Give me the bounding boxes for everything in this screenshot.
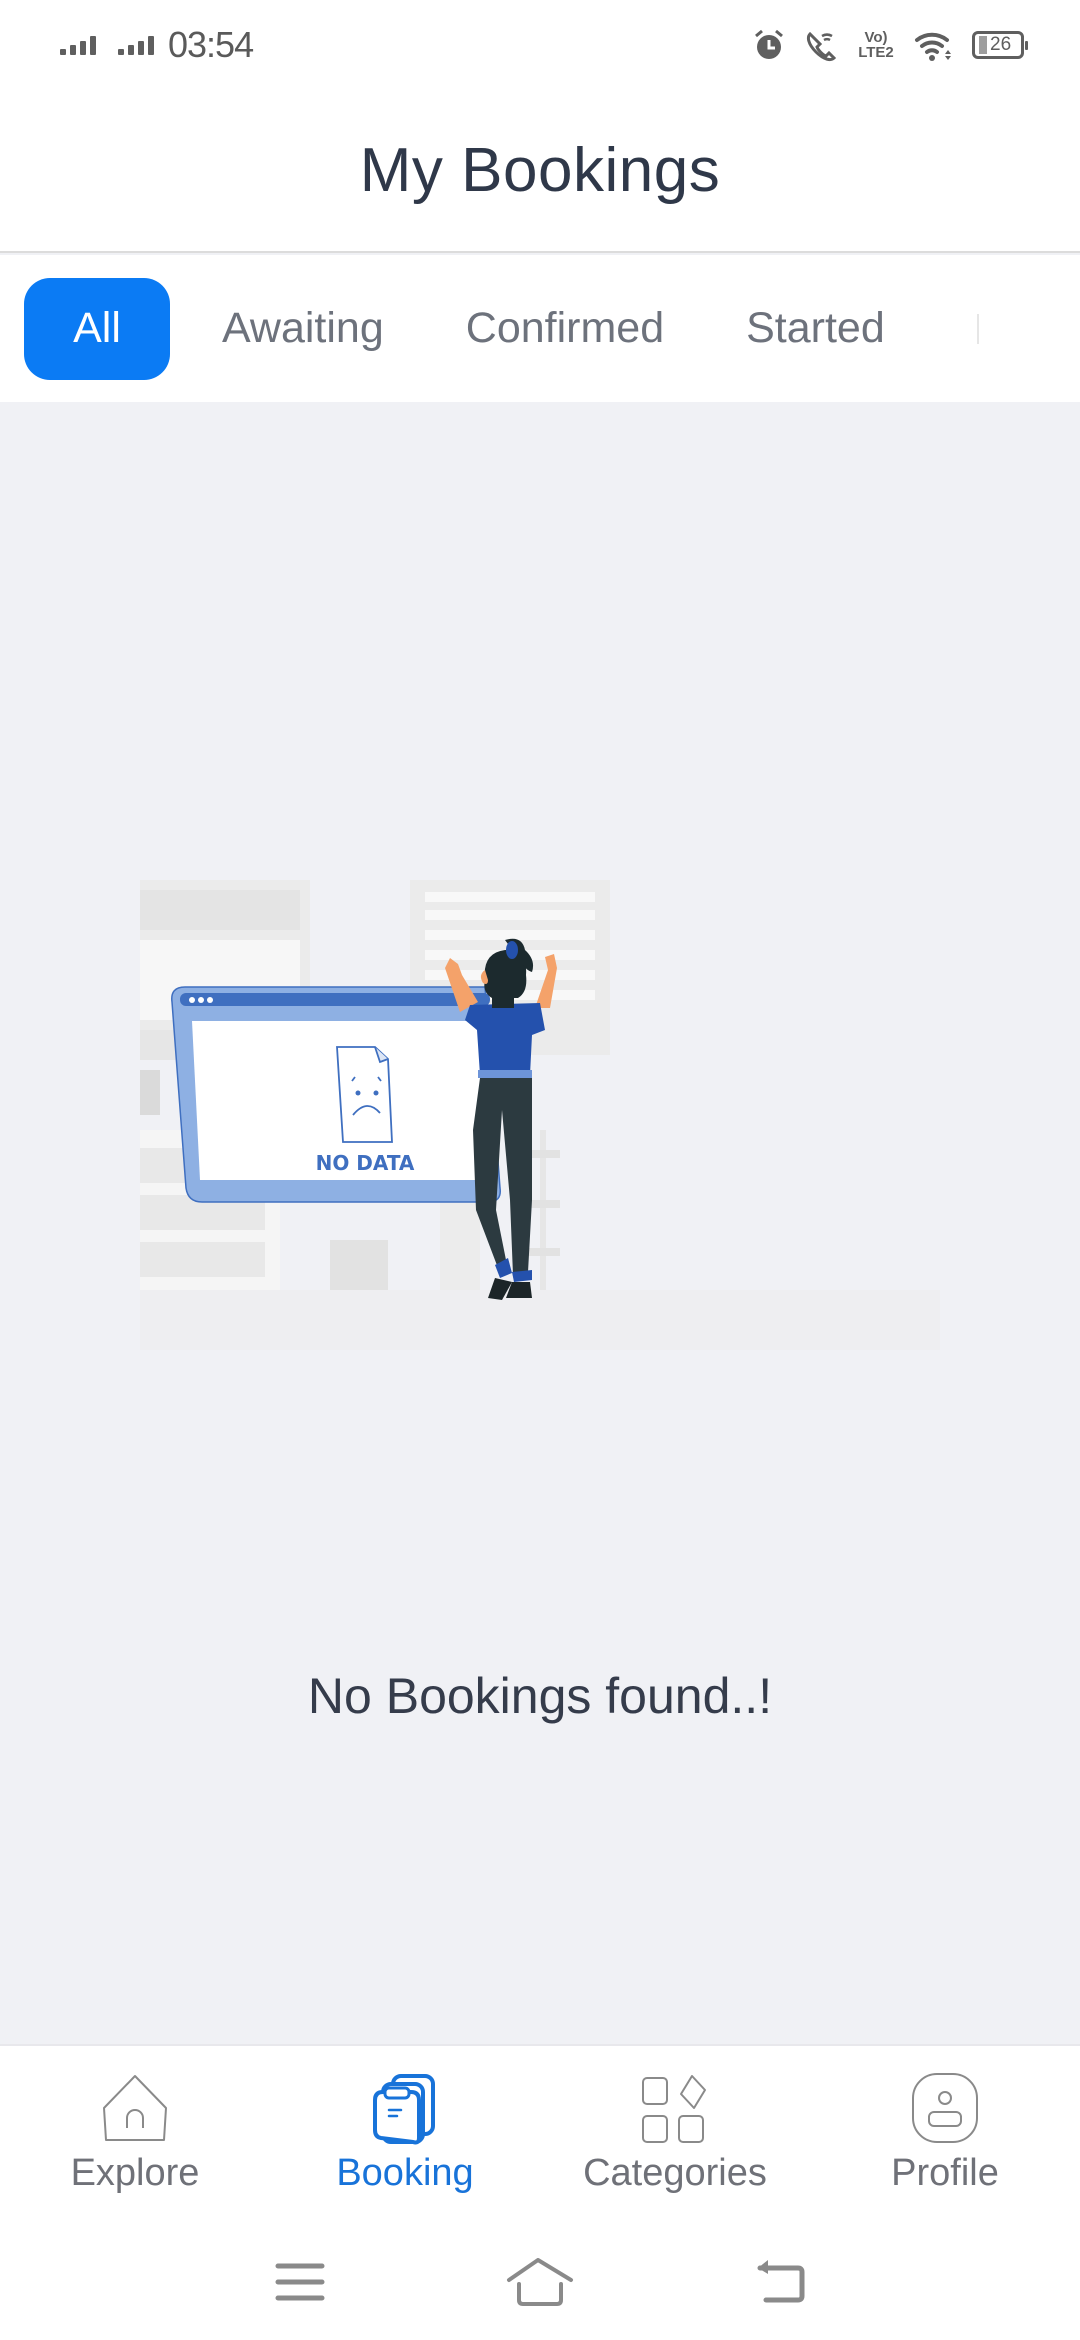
monitor-screen: NO DATA xyxy=(171,986,501,1203)
window-dot-2 xyxy=(198,997,204,1003)
alarm-icon xyxy=(752,28,786,62)
profile-icon xyxy=(905,2070,985,2146)
system-nav-bar xyxy=(0,2224,1080,2340)
wifi-icon xyxy=(914,28,954,62)
tab-awaiting[interactable]: Awaiting xyxy=(192,278,414,380)
status-bar: 03:54 Vo) LTE2 26 xyxy=(0,0,1080,90)
tab-started[interactable]: Started xyxy=(716,278,915,380)
battery-icon: 26 xyxy=(972,31,1028,59)
nav-item-profile[interactable]: Profile xyxy=(810,2046,1080,2224)
bottom-nav: Explore Booking Categories Profile xyxy=(0,2044,1080,2224)
nav-label-booking: Booking xyxy=(336,2152,474,2194)
lamp-shade xyxy=(140,1070,160,1115)
battery-level: 26 xyxy=(990,34,1012,55)
nav-label-explore: Explore xyxy=(70,2152,200,2194)
menu-icon[interactable] xyxy=(260,2252,340,2312)
volte-icon: Vo) LTE2 xyxy=(858,29,894,61)
signal-sim2-icon xyxy=(118,35,154,55)
wifi-calling-icon xyxy=(804,28,838,62)
belt xyxy=(478,1070,532,1078)
home-icon xyxy=(95,2070,175,2146)
back-icon[interactable] xyxy=(740,2252,820,2312)
tab-all[interactable]: All xyxy=(24,277,170,380)
nav-item-booking[interactable]: Booking xyxy=(270,2046,540,2224)
clipboard-stack-icon xyxy=(365,2070,445,2146)
status-bar-right: Vo) LTE2 26 xyxy=(752,28,1028,62)
nav-item-explore[interactable]: Explore xyxy=(0,2046,270,2224)
drawer-3 xyxy=(140,1242,265,1277)
nav-item-categories[interactable]: Categories xyxy=(540,2046,810,2224)
status-time: 03:54 xyxy=(168,24,254,65)
no-data-label: NO DATA xyxy=(316,1151,415,1175)
page-title: My Bookings xyxy=(359,136,721,205)
booking-status-tabs: All Awaiting Confirmed Started xyxy=(0,255,1080,402)
desk-leg xyxy=(330,1240,388,1290)
hair-tie xyxy=(506,941,518,959)
left-window-blind xyxy=(140,890,300,930)
app-header: My Bookings xyxy=(0,90,1080,253)
battery-fill xyxy=(979,36,987,54)
categories-grid-icon xyxy=(635,2070,715,2146)
screen: 03:54 Vo) LTE2 26 My Bookings All Awaiti… xyxy=(0,0,1080,2340)
no-data-illustration: NO DATA xyxy=(140,880,940,1350)
signal-sim1-icon xyxy=(60,35,96,55)
monitor-title-bar xyxy=(180,993,490,1006)
system-home-icon[interactable] xyxy=(500,2252,580,2312)
window-dot-3 xyxy=(207,997,213,1003)
tab-confirmed[interactable]: Confirmed xyxy=(436,278,694,380)
tab-overflow-edge xyxy=(976,313,983,344)
status-bar-left: 03:54 xyxy=(60,24,254,66)
sad-document-icon xyxy=(336,1046,393,1143)
empty-state-message: No Bookings found..! xyxy=(307,1668,773,1724)
bookings-content: NO DATA No Bookings found..! xyxy=(0,402,1080,2044)
pants xyxy=(473,1078,532,1275)
nav-label-categories: Categories xyxy=(583,2152,767,2194)
collar xyxy=(492,998,514,1008)
window-dot-1 xyxy=(189,997,195,1003)
right-cuff xyxy=(512,1270,532,1282)
floor xyxy=(140,1290,940,1350)
nav-label-profile: Profile xyxy=(891,2152,999,2194)
